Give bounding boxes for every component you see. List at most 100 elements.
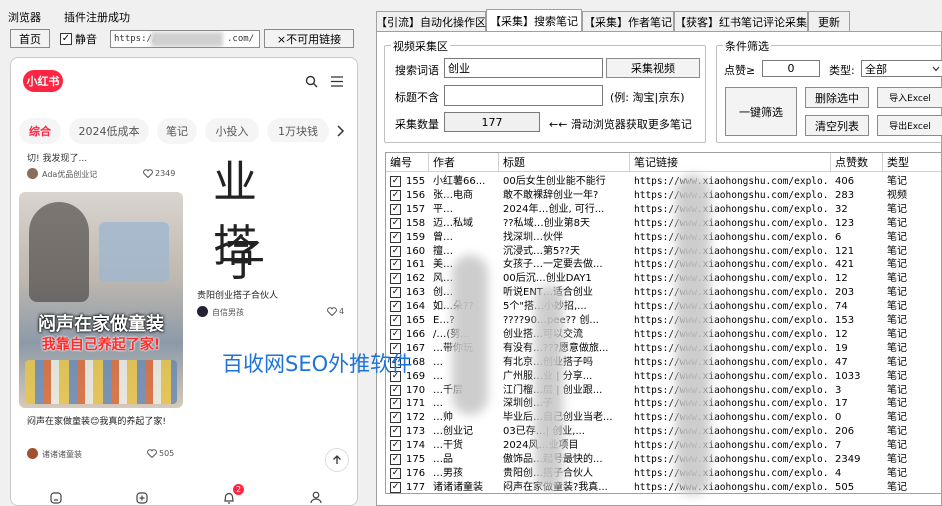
url-field[interactable]: https:// .com/ <box>110 30 260 48</box>
back-to-top-button[interactable] <box>325 448 349 472</box>
home-icon[interactable] <box>50 492 62 504</box>
note-title[interactable]: 贵阳创业搭子合伙人 <box>197 288 278 301</box>
chip-low-cost[interactable]: 2024低成本 <box>69 118 149 144</box>
row-checkbox[interactable]: ✓ <box>390 328 401 340</box>
table-row[interactable]: ✓ 156 张…电商 敢不敢裸辞创业一年? https://www.xiaohongsh… <box>386 189 941 203</box>
row-checkbox[interactable]: ✓ <box>390 426 401 438</box>
table-row[interactable]: ✓ 174 …干货 2024风…业项目 https://www.xiaohongshu.… <box>386 439 941 453</box>
profile-icon[interactable] <box>310 491 322 504</box>
home-button[interactable]: 首页 <box>10 29 50 48</box>
row-checkbox[interactable]: ✓ <box>390 231 401 243</box>
chip-comprehensive[interactable]: 综合 <box>19 118 61 144</box>
likes-min-label: 点赞≥ <box>724 64 756 77</box>
cell-type: 笔记 <box>887 315 907 326</box>
row-checkbox[interactable]: ✓ <box>390 259 401 271</box>
note-card-image[interactable]: 业 搭 子 <box>191 142 353 282</box>
table-row[interactable]: ✓ 177 诸诸诸童装 闷声在家做童装?我真... https://www.xiaoho… <box>386 481 941 493</box>
column-header[interactable]: 点赞数 <box>831 153 883 172</box>
import-excel-button[interactable]: 导入Excel <box>877 87 942 108</box>
delete-selected-button[interactable]: 删除选中 <box>805 87 869 108</box>
mute-checkbox[interactable]: ✓ 静音 <box>60 31 97 47</box>
cell-type: 笔记 <box>887 454 907 465</box>
likes-min-input[interactable]: 0 <box>762 60 820 77</box>
table-row[interactable]: ✓ 173 …创业记 03已存…| 创业,... https://www.xiaohon… <box>386 425 941 439</box>
tab-comment-collect[interactable]: 【获客】红书笔记评论采集 <box>674 11 808 31</box>
row-checkbox[interactable]: ✓ <box>390 301 401 313</box>
cell-id: 159 <box>406 231 426 243</box>
table-row[interactable]: ✓ 175 …品 傲饰品…起号最快的... https://www.xiaohongsh… <box>386 453 941 467</box>
unavailable-link-button[interactable]: ×不可用链接 <box>264 29 354 48</box>
cell-likes: 283 <box>835 189 855 201</box>
browser-view[interactable]: 小红书 综合 2024低成本 笔记 小投入 1万块钱 切! 我发现了... Ad… <box>10 57 358 506</box>
clear-list-button[interactable]: 清空列表 <box>805 115 869 136</box>
heart-icon[interactable] <box>147 449 157 458</box>
bell-icon[interactable] <box>223 492 235 504</box>
cell-link: https://www.xiaohongshu.com/explo... <box>634 203 829 215</box>
chip-notes[interactable]: 笔记 <box>157 118 197 144</box>
row-checkbox[interactable]: ✓ <box>390 440 401 452</box>
count-label: 采集数量 <box>395 118 439 131</box>
cell-author: …男孩 <box>433 467 463 479</box>
image-headline-2: 我靠自己养起了家! <box>41 337 161 353</box>
row-checkbox[interactable]: ✓ <box>390 315 401 326</box>
browser-menu-label[interactable]: 浏览器 <box>8 9 41 25</box>
cell-title: 闷声在家做童装?我真... <box>503 481 628 493</box>
row-checkbox[interactable]: ✓ <box>390 203 401 215</box>
tab-traffic-automation[interactable]: 【引流】自动化操作区 <box>376 11 486 31</box>
row-checkbox[interactable]: ✓ <box>390 287 401 299</box>
cell-id: 171 <box>406 398 426 410</box>
cell-likes: 2349 <box>835 454 861 465</box>
row-checkbox[interactable]: ✓ <box>390 245 401 257</box>
row-checkbox[interactable]: ✓ <box>390 454 401 465</box>
cell-likes: 47 <box>835 356 848 368</box>
cell-id: 158 <box>406 217 426 229</box>
add-icon[interactable] <box>136 492 148 504</box>
row-checkbox[interactable]: ✓ <box>390 176 401 187</box>
heart-icon[interactable] <box>327 307 337 316</box>
row-checkbox[interactable]: ✓ <box>390 273 401 285</box>
row-checkbox[interactable]: ✓ <box>390 467 401 479</box>
note-card-image[interactable]: 闷声在家做童装 我靠自己养起了家! <box>19 192 183 408</box>
row-checkbox[interactable]: ✓ <box>390 398 401 410</box>
menu-icon[interactable] <box>331 76 343 87</box>
cell-type: 笔记 <box>887 398 907 410</box>
cell-title: 找深圳…伙伴 <box>503 231 563 243</box>
type-select[interactable]: 全部 <box>861 60 942 77</box>
column-header[interactable]: 作者 <box>429 153 499 172</box>
table-row[interactable]: ✓ 157 平… 2024年…创业, 可行... https://www.xiaohon… <box>386 203 941 217</box>
export-excel-button[interactable]: 导出Excel <box>877 115 942 136</box>
exclude-input[interactable] <box>444 85 603 106</box>
chip-small-investment[interactable]: 小投入 <box>205 118 259 144</box>
row-checkbox[interactable]: ✓ <box>390 412 401 424</box>
xiaohongshu-logo[interactable]: 小红书 <box>23 70 63 92</box>
column-header[interactable]: 类型 <box>883 153 941 172</box>
column-header[interactable]: 标题 <box>499 153 630 172</box>
heart-icon[interactable] <box>143 169 153 178</box>
tab-author-notes[interactable]: 【采集】作者笔记 <box>582 11 674 31</box>
like-count: 4 <box>339 307 345 316</box>
cell-author: …品 <box>433 454 453 465</box>
collect-video-button[interactable]: 采集视频 <box>606 58 700 78</box>
tab-search-notes[interactable]: 【采集】搜索笔记 <box>486 9 582 32</box>
cell-type: 笔记 <box>887 301 907 313</box>
column-header[interactable]: 编号 <box>386 153 429 172</box>
row-checkbox[interactable]: ✓ <box>390 384 401 396</box>
column-header[interactable]: 笔记链接 <box>630 153 831 172</box>
cell-author: 张…电商 <box>433 189 473 201</box>
search-icon[interactable] <box>305 75 318 88</box>
watermark-text: 百收网SEO外推软件 <box>222 352 413 376</box>
row-checkbox[interactable]: ✓ <box>390 481 401 493</box>
table-row[interactable]: ✓ 159 曾… 找深圳…伙伴 https://www.xiaohongshu.com/… <box>386 231 941 245</box>
row-checkbox[interactable]: ✓ <box>390 189 401 201</box>
chevron-right-icon[interactable] <box>337 125 345 137</box>
note-title[interactable]: 闷声在家做童装😊我真的养起了家! <box>27 416 177 428</box>
one-click-filter-button[interactable]: 一键筛选 <box>725 87 797 136</box>
table-row[interactable]: ✓ 155 小红薯66... 00后女生创业能不能行 https://www.xiaoh… <box>386 175 941 189</box>
table-row[interactable]: ✓ 158 迈…私域 ??私域…创业第8天 https://www.xiaohongsh… <box>386 217 941 231</box>
keyword-input[interactable]: 创业 <box>444 58 603 78</box>
cell-link: https://www.xiaohongshu.com/explo... <box>634 356 829 368</box>
chip-10k[interactable]: 1万块钱 <box>267 118 329 144</box>
table-row[interactable]: ✓ 176 …男孩 贵阳创…搭子合伙人 https://www.xiaohongshu.… <box>386 467 941 481</box>
tab-update[interactable]: 更新 <box>808 11 850 31</box>
row-checkbox[interactable]: ✓ <box>390 217 401 229</box>
